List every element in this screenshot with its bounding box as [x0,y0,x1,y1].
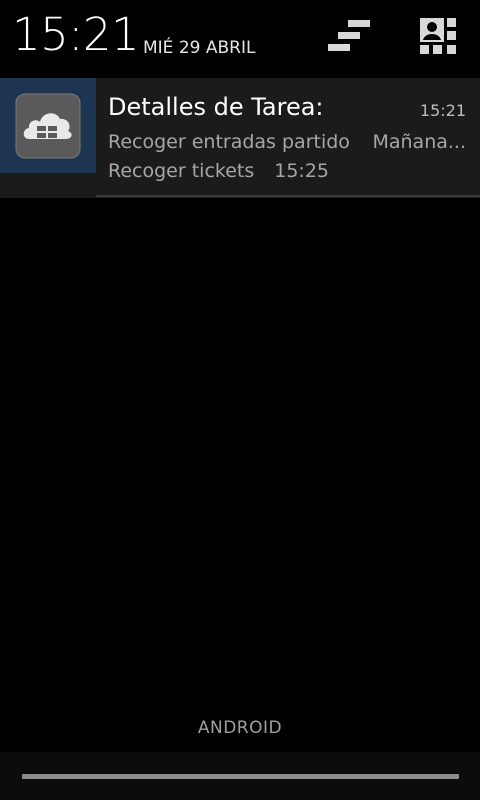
notification-icon-box [0,78,96,173]
quick-settings-icon [418,16,458,60]
notification-line-1-text: Recoger entradas partido [108,131,350,153]
quick-settings-button[interactable] [414,16,462,60]
notification-title: Detalles de Tarea: [108,93,324,121]
cloud-app-icon [15,93,81,159]
notification-card[interactable]: Detalles de Tarea: 15:21 Recoger entrada… [0,78,480,198]
carrier-label: ANDROID [197,718,283,738]
notification-time: 15:21 [419,101,466,120]
notification-line-1-right: Mañana... [372,131,466,153]
clear-all-button[interactable] [325,16,373,60]
notification-line-2-text: Recoger tickets [108,160,255,182]
clear-all-icon [326,18,372,58]
notification-line-2: Recoger tickets 15:25 [108,160,329,182]
drag-handle[interactable] [22,774,459,779]
notification-line-2-time: 15:25 [274,160,330,182]
clock: 15:21 [12,8,140,61]
notification-divider [96,195,480,197]
date: MIÉ 29 ABRIL [143,38,256,58]
notification-line-1: Recoger entradas partido Mañana... [108,131,466,153]
notification-shade-header: 15:21 MIÉ 29 ABRIL [0,0,480,76]
shade-handle-area[interactable] [0,752,480,800]
